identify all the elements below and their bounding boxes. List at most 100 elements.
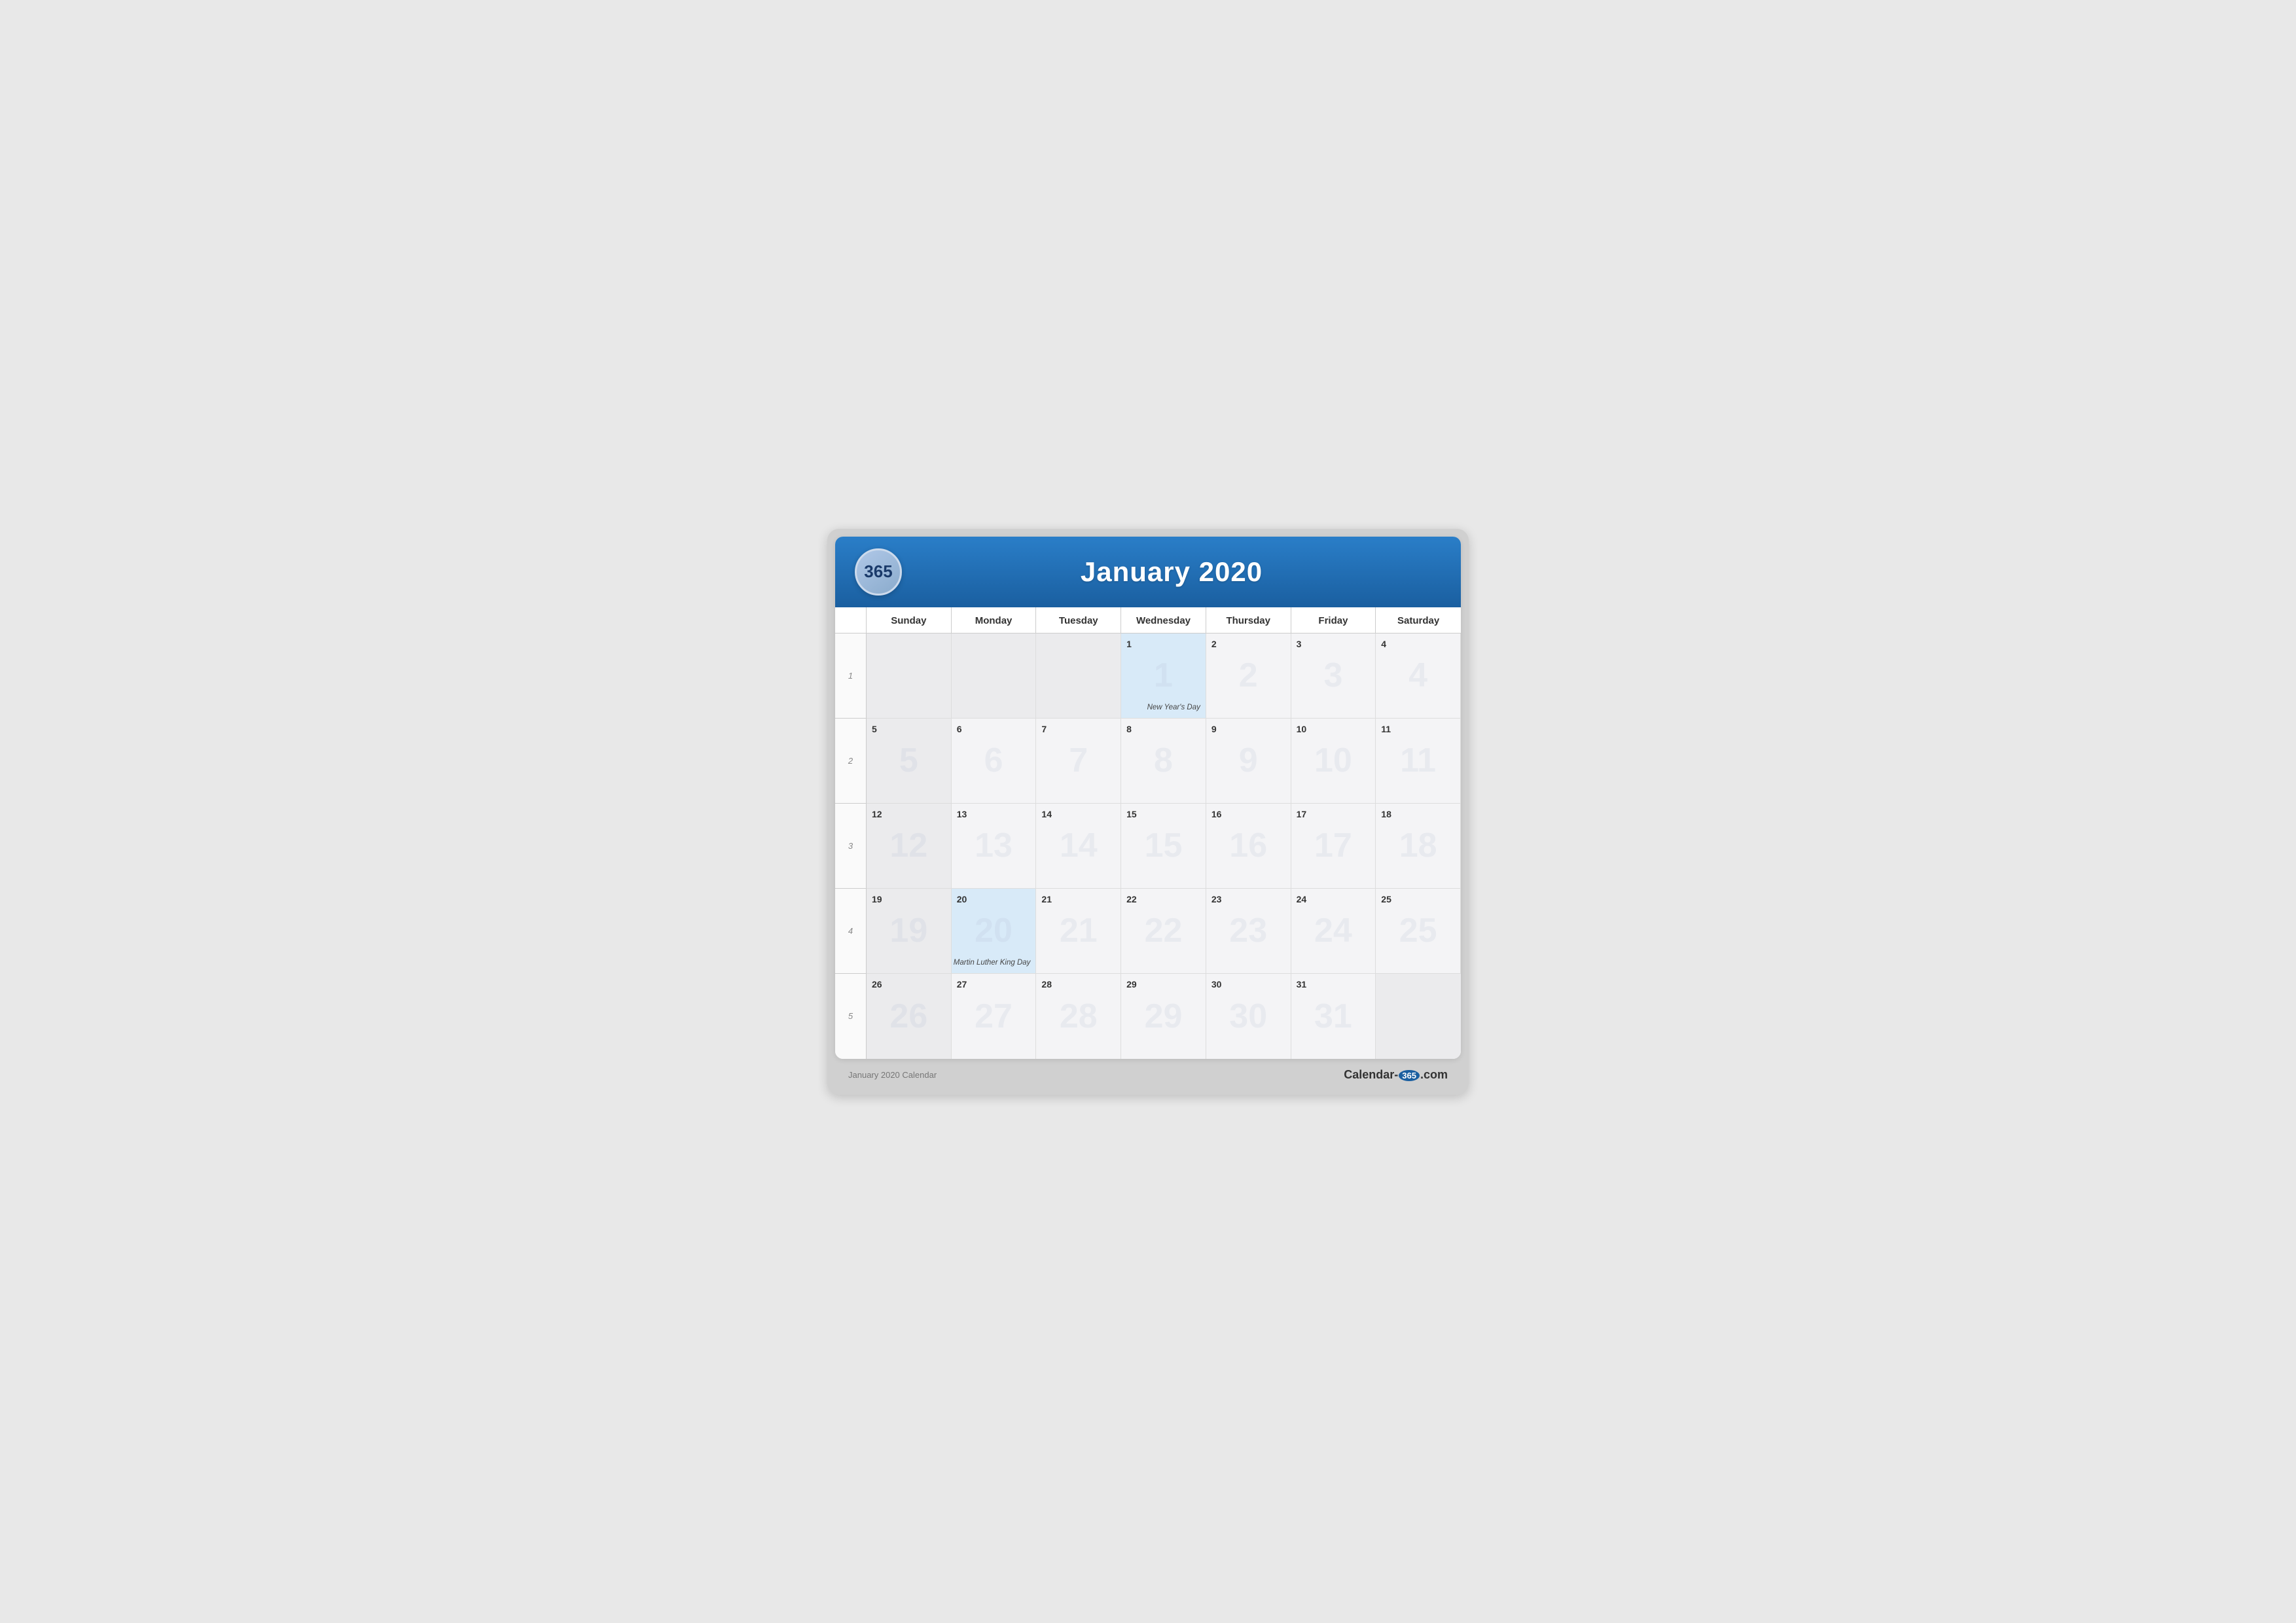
watermark-number: 30 bbox=[1229, 997, 1267, 1036]
date-number: 21 bbox=[1041, 894, 1114, 904]
footer-brand: Calendar-365.com bbox=[1344, 1068, 1448, 1082]
week-number-1: 1 bbox=[835, 633, 867, 719]
calendar-cell-11: 11 11 bbox=[1376, 719, 1461, 804]
date-number: 24 bbox=[1297, 894, 1369, 904]
calendar-cell-26: 2626 bbox=[867, 974, 952, 1059]
watermark-number: 1 bbox=[1154, 656, 1173, 695]
calendar-cell-28: 28 28 bbox=[1036, 974, 1121, 1059]
calendar-grid: 111New Year's Day22334425566778899101011… bbox=[835, 633, 1461, 1059]
calendar-cell-29: 2929 bbox=[1121, 974, 1206, 1059]
date-number: 20 bbox=[957, 894, 1030, 904]
date-number: 23 bbox=[1211, 894, 1284, 904]
watermark-number: 7 bbox=[1069, 741, 1088, 780]
watermark-number: 14 bbox=[1060, 826, 1098, 865]
watermark-number: 10 bbox=[1314, 741, 1352, 780]
brand-post: .com bbox=[1420, 1068, 1448, 1081]
calendar-cell-1: 1 1 New Year's Day bbox=[1121, 633, 1206, 719]
date-number: 22 bbox=[1126, 894, 1199, 904]
week-number-2: 2 bbox=[835, 719, 867, 804]
week-number-5: 5 bbox=[835, 974, 867, 1059]
watermark-number: 18 bbox=[1399, 826, 1437, 865]
date-number: 5 bbox=[872, 724, 944, 734]
calendar-cell-14: 14 14 bbox=[1036, 804, 1121, 889]
watermark-number: 13 bbox=[975, 826, 1013, 865]
calendar-cell-6: 66 bbox=[952, 719, 1037, 804]
watermark-number: 5 bbox=[899, 741, 918, 780]
calendar-title: January 2020 bbox=[902, 556, 1441, 588]
holiday-label: New Year's Day bbox=[1147, 703, 1200, 713]
date-number: 28 bbox=[1041, 979, 1114, 990]
calendar-cell-19: 1919 bbox=[867, 889, 952, 974]
calendar-cell-31: 31 31 bbox=[1291, 974, 1376, 1059]
date-number: 15 bbox=[1126, 809, 1199, 819]
date-number: 13 bbox=[957, 809, 1030, 819]
calendar-cell-20: 2020Martin Luther King Day bbox=[952, 889, 1037, 974]
footer: January 2020 Calendar Calendar-365.com bbox=[835, 1059, 1461, 1087]
day-header-thursday: Thursday bbox=[1206, 607, 1291, 633]
date-number: 10 bbox=[1297, 724, 1369, 734]
date-number: 17 bbox=[1297, 809, 1369, 819]
date-number: 3 bbox=[1297, 639, 1369, 649]
calendar-cell-2: 22 bbox=[1206, 633, 1291, 719]
watermark-number: 3 bbox=[1323, 656, 1342, 695]
date-number: 8 bbox=[1126, 724, 1199, 734]
calendar-cell-empty bbox=[952, 633, 1037, 719]
calendar-cell-10: 10 10 bbox=[1291, 719, 1376, 804]
calendar-cell-15: 1515 bbox=[1121, 804, 1206, 889]
watermark-number: 23 bbox=[1229, 911, 1267, 950]
date-number: 19 bbox=[872, 894, 944, 904]
calendar-cell-9: 99 bbox=[1206, 719, 1291, 804]
watermark-number: 24 bbox=[1314, 911, 1352, 950]
calendar-cell-25: 25 25 bbox=[1376, 889, 1461, 974]
date-number: 11 bbox=[1381, 724, 1454, 734]
day-header-monday: Monday bbox=[952, 607, 1037, 633]
calendar-cell-23: 23 23 bbox=[1206, 889, 1291, 974]
date-number: 14 bbox=[1041, 809, 1114, 819]
brand-pre: Calendar- bbox=[1344, 1068, 1398, 1081]
watermark-number: 22 bbox=[1145, 911, 1183, 950]
watermark-number: 25 bbox=[1399, 911, 1437, 950]
watermark-number: 31 bbox=[1314, 997, 1352, 1036]
watermark-number: 15 bbox=[1145, 826, 1183, 865]
date-number: 12 bbox=[872, 809, 944, 819]
page-wrapper: 365 January 2020 Sunday Monday Tuesday W… bbox=[827, 529, 1469, 1095]
date-number: 30 bbox=[1211, 979, 1284, 990]
day-header-wednesday: Wednesday bbox=[1121, 607, 1206, 633]
date-number: 25 bbox=[1381, 894, 1454, 904]
calendar-cell-27: 2727 bbox=[952, 974, 1037, 1059]
calendar-container: 365 January 2020 Sunday Monday Tuesday W… bbox=[835, 537, 1461, 1059]
calendar-cell-empty bbox=[1376, 974, 1461, 1059]
date-number: 31 bbox=[1297, 979, 1369, 990]
date-number: 18 bbox=[1381, 809, 1454, 819]
watermark-number: 9 bbox=[1239, 741, 1258, 780]
day-header-sunday: Sunday bbox=[867, 607, 952, 633]
watermark-number: 11 bbox=[1400, 741, 1436, 780]
watermark-number: 2 bbox=[1239, 656, 1258, 695]
watermark-number: 16 bbox=[1229, 826, 1267, 865]
calendar-cell-17: 1717 bbox=[1291, 804, 1376, 889]
calendar-cell-22: 22 22 bbox=[1121, 889, 1206, 974]
week-number-3: 3 bbox=[835, 804, 867, 889]
watermark-number: 21 bbox=[1060, 911, 1098, 950]
watermark-number: 28 bbox=[1060, 997, 1098, 1036]
footer-label: January 2020 Calendar bbox=[848, 1070, 937, 1080]
calendar-cell-13: 13 13 bbox=[952, 804, 1037, 889]
calendar-cell-30: 30 30 bbox=[1206, 974, 1291, 1059]
brand-num: 365 bbox=[1399, 1070, 1420, 1081]
date-number: 26 bbox=[872, 979, 944, 990]
watermark-number: 29 bbox=[1145, 997, 1183, 1036]
watermark-number: 12 bbox=[889, 826, 927, 865]
watermark-number: 17 bbox=[1314, 826, 1352, 865]
day-header-friday: Friday bbox=[1291, 607, 1376, 633]
calendar-cell-16: 1616 bbox=[1206, 804, 1291, 889]
watermark-number: 19 bbox=[889, 911, 927, 950]
date-number: 27 bbox=[957, 979, 1030, 990]
week-number-4: 4 bbox=[835, 889, 867, 974]
date-number: 1 bbox=[1126, 639, 1199, 649]
calendar-header: 365 January 2020 bbox=[835, 537, 1461, 607]
week-num-header-blank bbox=[835, 607, 867, 633]
watermark-number: 6 bbox=[984, 741, 1003, 780]
date-number: 2 bbox=[1211, 639, 1284, 649]
holiday-label: Martin Luther King Day bbox=[954, 958, 1031, 968]
calendar-cell-18: 1818 bbox=[1376, 804, 1461, 889]
